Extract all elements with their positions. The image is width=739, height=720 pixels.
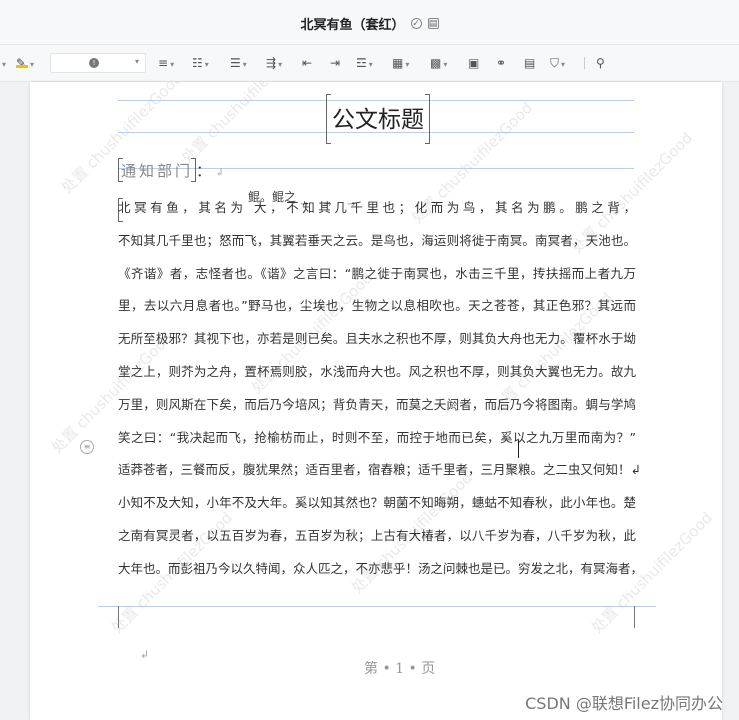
multilevel-list-button[interactable]: ⇶ ▾ bbox=[266, 54, 282, 72]
body-line: 笑之曰：“我决起而飞，抢榆枋而止，时则不至，而控于地而已矣，奚以之九万里而南为？… bbox=[118, 429, 636, 445]
footer-rule bbox=[98, 606, 656, 607]
font-size-select[interactable]: ! ▾ bbox=[50, 53, 146, 73]
body-line: 不知其几千里也；怒而飞，其翼若垂天之云。是鸟也，海运则将徙于南冥。南冥者，天池也… bbox=[118, 232, 636, 248]
body-line: 《齐谐》者，志怪者也。《谐》之言曰：“鹏之徙于南冥也，水击三千里，抟扶摇而上者九… bbox=[118, 265, 636, 281]
body-line: 里，去以六月息者也。”野马也，尘埃也，生物之以息相吹也。天之苍苍，其正色邪？其远… bbox=[118, 298, 636, 314]
shield-icon[interactable]: ⛉ ▾ bbox=[550, 54, 565, 72]
department-label: 通知部门 bbox=[121, 162, 194, 180]
highlight-color-button[interactable]: ✎ ▾ bbox=[16, 54, 34, 72]
page-number: 第 • 1 • 页 bbox=[364, 661, 436, 677]
indent-increase-button[interactable]: ⇥ bbox=[330, 54, 340, 72]
info-dot-icon: ! bbox=[89, 58, 99, 68]
align-button[interactable]: ≡ ▾ bbox=[158, 54, 174, 72]
department-colon: ： bbox=[196, 162, 212, 180]
toolbar-divider bbox=[584, 57, 585, 69]
document-heading[interactable]: 公文标题 bbox=[326, 88, 430, 144]
credit-watermark: CSDN @联想Filez协同办公 bbox=[525, 694, 723, 713]
watermark: 处置 chushuifilezGood bbox=[177, 82, 307, 167]
title-bar: 北冥有鱼（套红） ✓ ▤ bbox=[0, 0, 739, 45]
line-spacing-button[interactable]: ☲ ▾ bbox=[356, 54, 373, 72]
save-icon[interactable]: ▤ bbox=[427, 18, 439, 29]
footer-corner-left bbox=[118, 606, 119, 628]
paragraph-return-mark: ↲ bbox=[215, 166, 228, 179]
body-line: 大年也。而彭祖乃今以久特闻，众人匹之，不亦悲乎！汤之问棘也是已。穷发之北，有冥海… bbox=[118, 560, 644, 576]
comment-icon[interactable]: ▤ bbox=[524, 54, 535, 72]
link-icon[interactable]: ⚭ bbox=[496, 54, 506, 72]
heading-text: 公文标题 bbox=[332, 107, 424, 133]
body-line: 无所至极邪？其视下也，亦若是则已矣。且夫水之积也不厚，则其负大舟也无力。覆杯水于… bbox=[118, 331, 636, 347]
body-line: 适莽苍者，三餐而反，腹犹果然；适百里者，宿舂粮；适千里者，三月聚粮。之二虫又何知… bbox=[118, 462, 641, 478]
footer-corner-right bbox=[634, 606, 635, 628]
chevron-down-icon[interactable]: ▾ bbox=[0, 54, 6, 72]
body-line: 北冥有鱼，其名为 大，不知其几千里也；化而为鸟，其名为鹏。鹏之背， bbox=[118, 200, 636, 215]
body-text[interactable]: 北冥有鱼，其名为 大，不知其几千里也；化而为鸟，其名为鹏。鹏之背， 不知其几千里… bbox=[118, 192, 644, 586]
search-icon[interactable]: ⚲ bbox=[596, 54, 605, 72]
image-icon[interactable]: ▣ bbox=[468, 54, 479, 72]
body-line: 万里，则风斯在下矣，而后乃今培风；背负青天，而莫之夭阏者，而后乃今将图南。蜩与学… bbox=[118, 396, 636, 412]
highlight-pen-icon: ✎ bbox=[16, 56, 28, 70]
check-circle-icon[interactable]: ✓ bbox=[410, 18, 422, 29]
department-field[interactable]: 通知部门： ↲ bbox=[118, 158, 228, 182]
document-title: 北冥有鱼（套红） bbox=[300, 18, 405, 33]
bullet-list-button[interactable]: ☷ ▾ bbox=[192, 54, 209, 72]
body-line: 堂之上，则芥为之舟，置杯焉则胶，水浅而舟大也。风之积也不厚，则其负大翼也无力。故… bbox=[118, 363, 636, 379]
formatting-toolbar: ▾ ✎ ▾ ! ▾ ≡ ▾ ☷ ▾ ☰ ▾ ⇶ ▾ ⇤ ⇥ ☲ ▾ ▦ ▾ ▩ ▾ ▣ ⚭ ▤… bbox=[0, 45, 739, 82]
paragraph-handle-icon[interactable]: ≡ bbox=[80, 440, 94, 454]
table-border-button[interactable]: ▦ ▾ bbox=[392, 54, 409, 72]
document-title-area: 北冥有鱼（套红） ✓ ▤ bbox=[0, 14, 739, 33]
indent-decrease-button[interactable]: ⇤ bbox=[302, 54, 312, 72]
body-line: 之南有冥灵者，以五百岁为春，五百岁为秋；上古有大椿者，以八千岁为春，八千岁为秋，… bbox=[118, 527, 636, 543]
footer-return-mark: ↲ bbox=[140, 648, 150, 661]
numbered-list-button[interactable]: ☰ ▾ bbox=[230, 54, 247, 72]
body-line: 小知不及大知，小年不及大年。奚以知其然也？朝菌不知晦朔，蟪蛄不知春秋，此小年也。… bbox=[118, 495, 636, 511]
document-page[interactable]: 处置 chushuifilezGood 处置 chushuifilezGood … bbox=[30, 82, 722, 720]
text-cursor bbox=[518, 440, 519, 458]
table-insert-button[interactable]: ▩ ▾ bbox=[430, 54, 447, 72]
